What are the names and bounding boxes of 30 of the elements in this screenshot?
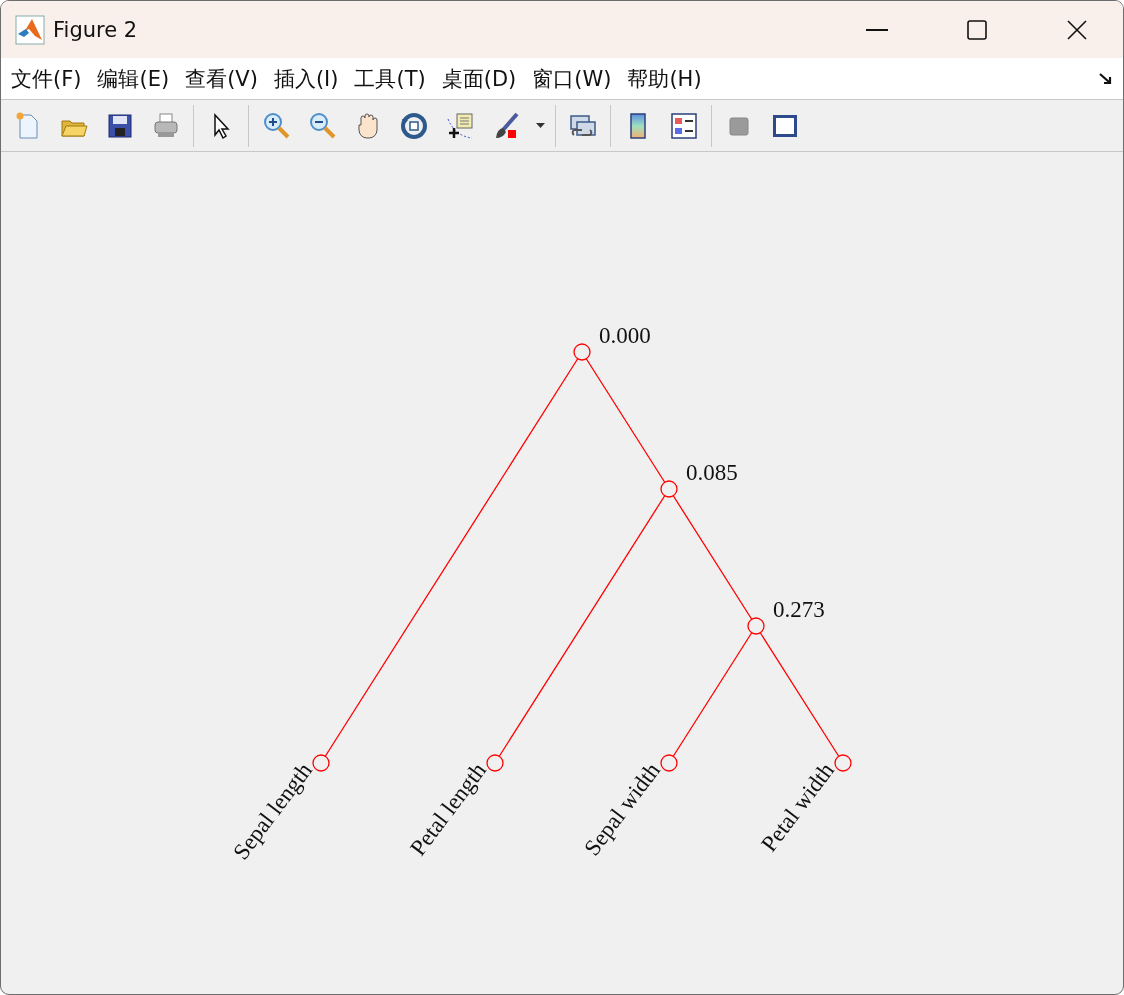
node-marker xyxy=(660,480,678,498)
node-marker xyxy=(747,617,765,635)
menu-item[interactable]: 编辑(E) xyxy=(93,64,174,93)
zoom-in-icon xyxy=(261,110,291,141)
node-marker xyxy=(660,754,678,772)
menu-item[interactable]: 帮助(H) xyxy=(623,64,706,93)
node-marker xyxy=(573,343,591,361)
menu-item[interactable]: 文件(F) xyxy=(7,64,86,93)
menu-item[interactable]: 插入(I) xyxy=(269,64,343,93)
legend-icon xyxy=(669,110,699,141)
close-icon xyxy=(1067,19,1087,40)
rotate-icon xyxy=(399,110,429,141)
menu-item[interactable]: 窗口(W) xyxy=(528,64,616,93)
app-icon xyxy=(15,14,45,45)
maximize-icon xyxy=(967,19,987,40)
dock-icon[interactable] xyxy=(1099,72,1113,85)
minimize-icon xyxy=(866,28,888,31)
zoom-out-icon xyxy=(307,110,337,141)
menu-item[interactable]: 桌面(D) xyxy=(437,64,521,93)
caret-icon xyxy=(535,123,545,128)
node-marker xyxy=(312,754,330,772)
menu-item[interactable]: 查看(V) xyxy=(181,64,262,93)
node-marker xyxy=(486,754,504,772)
data-cursor-icon xyxy=(445,110,475,141)
node-marker xyxy=(834,754,852,772)
node-value: 0.085 xyxy=(686,460,738,485)
node-value: 0.000 xyxy=(599,323,651,348)
window-title: Figure 2 xyxy=(53,17,139,42)
node-value: 0.273 xyxy=(773,597,825,622)
menu-item[interactable]: 工具(T) xyxy=(350,64,430,93)
